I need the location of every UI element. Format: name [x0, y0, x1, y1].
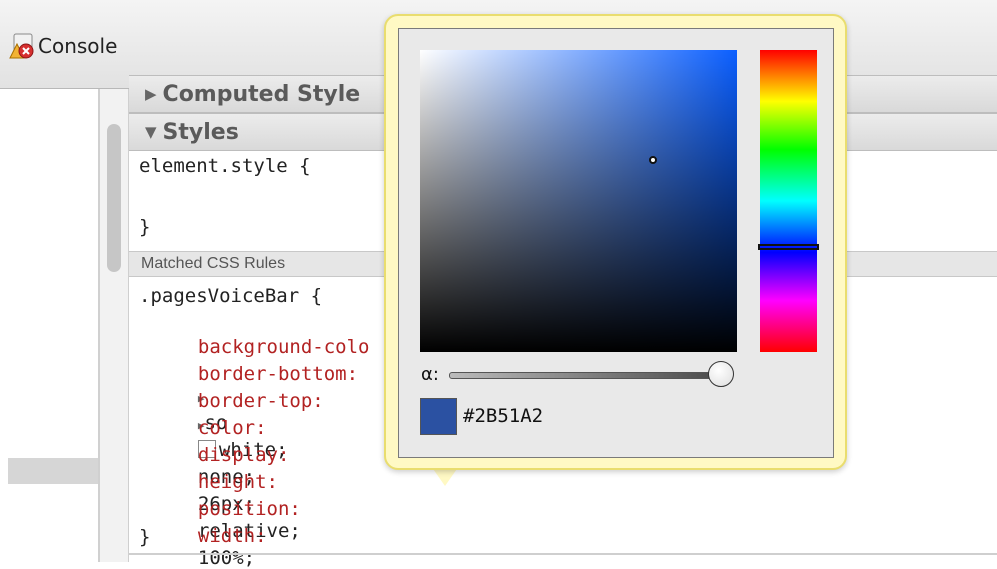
rule-selector[interactable]: .pagesVoiceBar {: [139, 285, 322, 307]
element-style-close: }: [139, 216, 151, 238]
section-computed-style-label: Computed Style: [162, 81, 361, 107]
matched-css-rules-label: Matched CSS Rules: [141, 255, 286, 272]
console-warning-icon: [8, 32, 34, 60]
dom-tree-selected-row[interactable]: [8, 458, 98, 484]
alpha-slider-track[interactable]: [449, 372, 733, 379]
alpha-slider-handle[interactable]: [708, 361, 734, 387]
element-style-open[interactable]: element.style {: [139, 155, 311, 177]
color-picker-panel: α: #2B51A2: [398, 28, 834, 458]
section-styles-label: Styles: [162, 119, 239, 145]
collapse-triangle-icon: ▼: [145, 123, 157, 141]
hue-slider[interactable]: [760, 50, 817, 352]
alpha-label: α:: [421, 364, 439, 385]
sidebar-scrollbar-thumb[interactable]: [107, 124, 121, 272]
rule-close: }: [139, 526, 151, 548]
saturation-value-area[interactable]: [420, 50, 737, 352]
hue-slider-marker[interactable]: [758, 244, 819, 250]
color-picker-popover: α: #2B51A2: [384, 14, 847, 470]
css-property-name: width:: [197, 525, 267, 547]
expand-triangle-icon: ▶: [145, 85, 157, 103]
section-divider: [129, 553, 997, 555]
dom-tree-pane: [0, 89, 98, 562]
color-hex-value[interactable]: #2B51A2: [463, 405, 543, 427]
css-property[interactable]: width: 100%;: [175, 503, 267, 569]
console-tab[interactable]: Console: [8, 30, 117, 62]
console-tab-label: Console: [38, 34, 118, 58]
css-property-value: 100%;: [197, 547, 256, 569]
selected-color-swatch: [420, 398, 457, 435]
saturation-value-marker[interactable]: [649, 156, 657, 164]
